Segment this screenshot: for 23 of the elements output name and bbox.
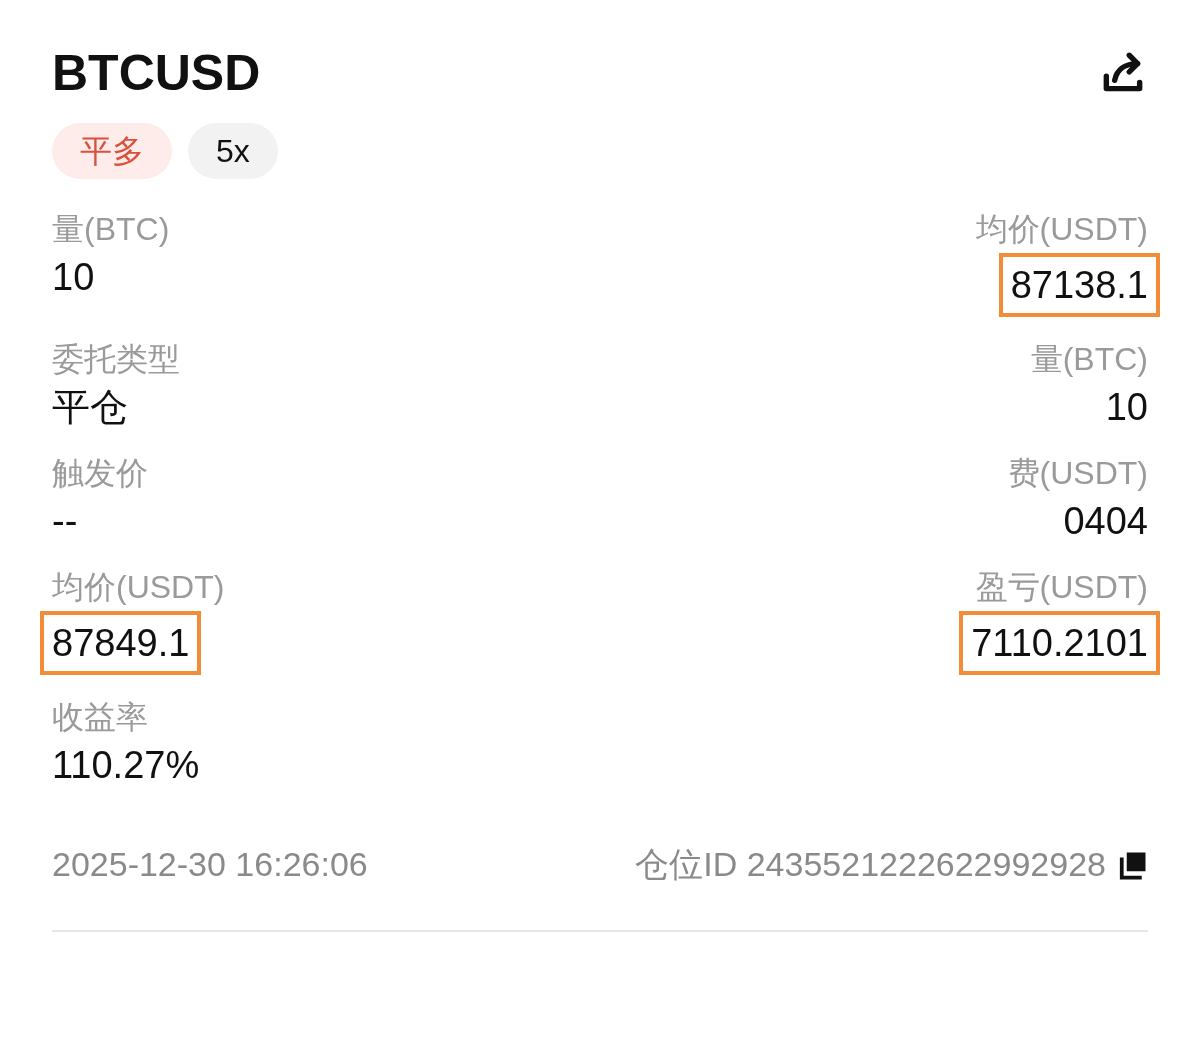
field-value: 87849.1 [40,611,202,675]
contract-title: BTCUSD [52,44,261,103]
position-id: 仓位ID 2435521222622992928 [635,844,1106,885]
field-label: 均价(USDT) [52,568,225,607]
field-value: 0404 [1063,499,1148,544]
field-value: 110.27% [52,743,200,788]
field-value: 10 [1105,385,1148,430]
leverage-tag: 5x [188,123,278,179]
side-tag: 平多 [52,123,172,179]
field-value: 7110.2101 [959,611,1160,675]
field-value: -- [52,499,78,544]
field-label: 量(BTC) [52,210,170,249]
field-label: 均价(USDT) [975,210,1148,249]
order-time: 2025-12-30 16:26:06 [52,844,368,885]
field-value: 平仓 [52,385,128,430]
field-label: 触发价 [52,454,148,493]
field-label: 盈亏(USDT) [975,568,1148,607]
field-label: 委托类型 [52,340,180,379]
field-value: 10 [52,255,95,300]
field-label: 收益率 [52,698,148,737]
field-label: 量(BTC) [1030,340,1148,379]
field-value: 87138.1 [998,253,1160,317]
field-label: 费(USDT) [1007,454,1148,493]
